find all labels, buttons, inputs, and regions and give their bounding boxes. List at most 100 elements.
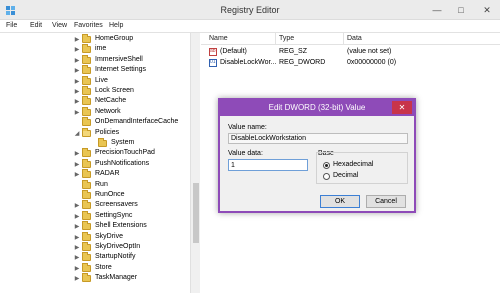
folder-icon [82, 117, 91, 127]
expand-arrow-icon[interactable] [74, 193, 80, 199]
tree-item[interactable]: ▶ ime [0, 44, 190, 55]
folder-icon [82, 34, 91, 43]
expand-arrow-icon[interactable] [74, 183, 80, 189]
tree-item-label: System [111, 139, 135, 146]
value-row[interactable]: (Default) REG_SZ (value not set) [201, 47, 500, 57]
decimal-label[interactable]: Decimal [333, 172, 358, 179]
expand-arrow-icon[interactable]: ▶ [74, 68, 80, 74]
expand-arrow-icon[interactable] [74, 120, 80, 126]
maximize-button[interactable]: □ [450, 0, 472, 20]
expand-arrow-icon[interactable]: ▶ [74, 266, 80, 272]
expand-arrow-icon[interactable]: ▶ [74, 245, 80, 251]
tree-item-label: SkyDriveOptIn [95, 243, 141, 250]
tree-item-label: HomeGroup [95, 35, 134, 42]
value-name-label: Value name: [228, 124, 267, 131]
column-separator[interactable] [275, 33, 276, 45]
value-row[interactable]: DisableLockWor... REG_DWORD 0x00000000 (… [201, 58, 500, 68]
folder-icon [82, 75, 91, 85]
expand-arrow-icon[interactable]: ▶ [74, 224, 80, 230]
cancel-button[interactable]: Cancel [366, 195, 406, 208]
tree-item[interactable]: Run [0, 179, 190, 191]
registry-key-tree[interactable]: ▶ HomeGroup ▶ ime ▶ ImmersiveShell ▶ Internet S… [0, 33, 200, 293]
column-header-type[interactable]: Type [279, 35, 294, 42]
value-data-input[interactable] [228, 159, 308, 171]
hexadecimal-label[interactable]: Hexadecimal [333, 161, 373, 168]
tree-item[interactable]: ▶ NetCache [0, 96, 190, 107]
expand-arrow-icon[interactable]: ▶ [74, 172, 80, 178]
menu-file[interactable]: File [6, 22, 17, 29]
tree-scrollbar-thumb[interactable] [193, 183, 199, 243]
tree-item-label: Live [95, 76, 108, 84]
expand-arrow-icon[interactable]: ▶ [74, 47, 80, 53]
expand-arrow-icon[interactable]: ▶ [74, 203, 80, 209]
tree-item[interactable]: ▶ ImmersiveShell [0, 54, 190, 66]
tree-item[interactable]: ▶ Network [0, 106, 190, 118]
expand-arrow-icon[interactable]: ▶ [74, 58, 80, 64]
tree-item-label: ime [95, 45, 107, 53]
folder-icon [82, 96, 91, 106]
tree-item[interactable]: OnDemandInterfaceCache [0, 117, 190, 128]
tree-item[interactable]: ▶ Live [0, 75, 190, 87]
expand-arrow-icon[interactable]: ▶ [74, 151, 80, 157]
folder-icon [82, 65, 91, 75]
menu-bar: File Edit View Favorites Help [0, 20, 500, 33]
tree-item[interactable]: ▶ PushNotifications [0, 158, 190, 170]
expand-arrow-icon[interactable]: ▶ [74, 276, 80, 282]
expand-arrow-icon[interactable]: ▶ [74, 110, 80, 116]
folder-icon [82, 242, 91, 251]
dialog-close-button[interactable]: ✕ [392, 101, 412, 114]
tree-item[interactable]: RunOnce [0, 190, 190, 201]
tree-item[interactable]: System [0, 138, 190, 149]
folder-icon [82, 231, 91, 241]
tree-scrollbar[interactable] [190, 33, 200, 293]
tree-item[interactable]: ◢ Policies [0, 127, 190, 139]
expand-arrow-icon[interactable]: ▶ [74, 79, 80, 85]
tree-item[interactable]: ▶ HomeGroup [0, 34, 190, 45]
string-value-icon [209, 48, 217, 56]
tree-item[interactable]: ▶ Screensavers [0, 200, 190, 211]
tree-item[interactable]: ▶ TaskManager [0, 273, 190, 284]
hexadecimal-radio[interactable] [323, 162, 330, 169]
ok-button[interactable]: OK [320, 195, 360, 208]
menu-edit[interactable]: Edit [30, 22, 42, 29]
tree-item[interactable]: ▶ SettingSync [0, 210, 190, 222]
column-header-name[interactable]: Name [209, 35, 228, 42]
column-separator[interactable] [343, 33, 344, 45]
expand-arrow-icon[interactable]: ▶ [74, 89, 80, 95]
window-title: Registry Editor [220, 5, 280, 15]
tree-item-label: RADAR [95, 170, 120, 178]
value-name: DisableLockWor... [220, 59, 277, 66]
tree-item[interactable]: ▶ StartupNotify [0, 252, 190, 263]
expand-arrow-icon[interactable]: ▶ [74, 214, 80, 220]
expand-arrow-icon[interactable]: ▶ [74, 37, 80, 43]
folder-icon [82, 221, 91, 231]
expand-arrow-icon[interactable]: ▶ [74, 99, 80, 105]
tree-item[interactable]: ▶ Lock Screen [0, 86, 190, 97]
tree-item[interactable]: ▶ Store [0, 262, 190, 274]
column-header-data[interactable]: Data [347, 35, 362, 42]
window-titlebar: Registry Editor — □ ✕ [0, 0, 500, 20]
tree-item[interactable]: ▶ SkyDrive [0, 231, 190, 243]
close-window-button[interactable]: ✕ [474, 0, 500, 20]
collapse-arrow-icon[interactable]: ◢ [74, 131, 80, 137]
tree-item-label: TaskManager [95, 274, 138, 282]
decimal-radio[interactable] [323, 173, 330, 180]
expand-arrow-icon[interactable]: ▶ [74, 255, 80, 261]
tree-item-label: SettingSync [95, 211, 133, 219]
tree-item[interactable]: ▶ SkyDriveOptIn [0, 242, 190, 253]
value-type: REG_DWORD [279, 59, 326, 66]
tree-item-label: Policies [95, 128, 120, 136]
tree-item[interactable]: ▶ RADAR [0, 169, 190, 180]
tree-item[interactable]: ▶ Shell Extensions [0, 221, 190, 232]
menu-view[interactable]: View [52, 22, 67, 29]
tree-item[interactable]: ▶ Internet Settings [0, 65, 190, 76]
tree-item-label: StartupNotify [95, 253, 136, 261]
expand-arrow-icon[interactable]: ▶ [74, 162, 80, 168]
menu-help[interactable]: Help [109, 22, 123, 29]
expand-arrow-icon[interactable] [90, 141, 96, 147]
list-header: Name Type Data [201, 33, 500, 45]
minimize-button[interactable]: — [426, 0, 448, 20]
menu-favorites[interactable]: Favorites [74, 22, 103, 29]
expand-arrow-icon[interactable]: ▶ [74, 235, 80, 241]
tree-item[interactable]: ▶ PrecisionTouchPad [0, 148, 190, 159]
